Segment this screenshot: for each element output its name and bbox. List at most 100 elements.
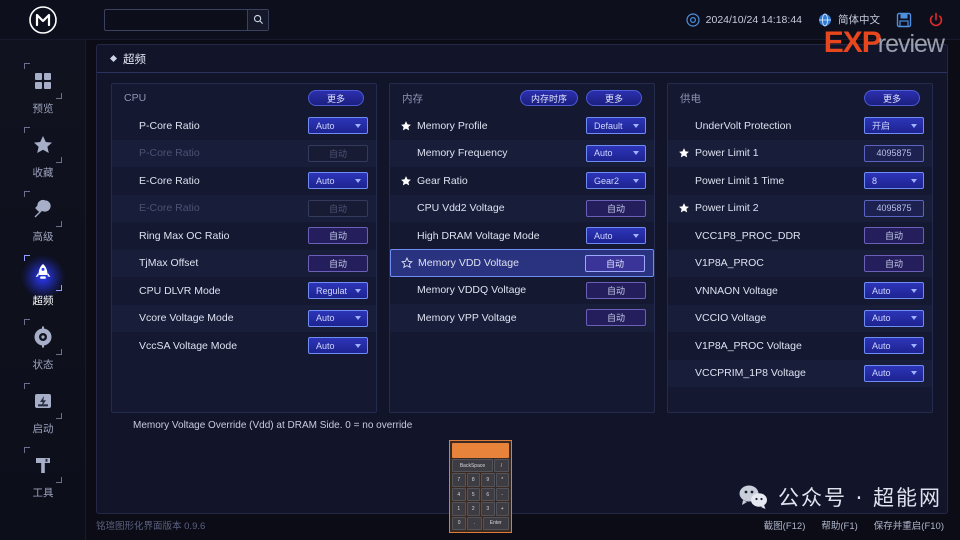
setting-row[interactable]: VCCIO Voltage Auto bbox=[668, 304, 932, 332]
setting-row[interactable]: Memory VDD Voltage 自动 bbox=[390, 249, 654, 277]
setting-row[interactable]: E-Core Ratio 自动 bbox=[112, 194, 376, 222]
setting-dropdown[interactable]: Auto bbox=[864, 364, 924, 382]
keypad-key[interactable]: 6 bbox=[481, 487, 495, 502]
language-selector[interactable]: 简体中文 bbox=[818, 12, 880, 27]
tab-overclock[interactable]: 超频 bbox=[109, 51, 146, 67]
setting-control[interactable]: 开启 bbox=[864, 117, 924, 135]
setting-row[interactable]: P-Core Ratio Auto bbox=[112, 112, 376, 140]
setting-value-field[interactable]: 自动 bbox=[864, 227, 924, 245]
setting-dropdown[interactable]: Auto bbox=[864, 337, 924, 355]
setting-control[interactable]: 自动 bbox=[308, 144, 368, 162]
setting-control[interactable]: 8 bbox=[864, 172, 924, 190]
setting-control[interactable]: 自动 bbox=[864, 254, 924, 272]
setting-control[interactable]: 自动 bbox=[586, 199, 646, 217]
setting-control[interactable]: Auto bbox=[586, 227, 646, 245]
setting-value-field[interactable]: 自动 bbox=[308, 254, 368, 272]
star-icon[interactable] bbox=[400, 175, 413, 187]
sidebar-item-favorites[interactable]: 收藏 bbox=[0, 122, 86, 186]
keypad-key[interactable]: 0 bbox=[452, 516, 467, 531]
setting-dropdown[interactable]: Auto bbox=[864, 282, 924, 300]
setting-control[interactable]: 自动 bbox=[586, 281, 646, 299]
keypad-key[interactable]: 9 bbox=[481, 473, 495, 487]
keypad-key[interactable]: 8 bbox=[466, 473, 480, 487]
memory-more-button[interactable]: 更多 bbox=[586, 90, 642, 106]
keypad-key[interactable]: . bbox=[467, 516, 482, 531]
search-button[interactable] bbox=[247, 9, 268, 30]
keypad-key[interactable]: - bbox=[495, 487, 509, 502]
star-icon[interactable] bbox=[678, 202, 691, 214]
setting-row[interactable]: Memory VPP Voltage 自动 bbox=[390, 304, 654, 332]
setting-row[interactable]: Power Limit 2 4095875 bbox=[668, 194, 932, 222]
setting-control[interactable]: 自动 bbox=[308, 199, 368, 217]
setting-row[interactable]: Memory Frequency Auto bbox=[390, 139, 654, 167]
setting-dropdown[interactable]: Auto bbox=[308, 309, 368, 327]
setting-control[interactable]: 自动 bbox=[864, 227, 924, 245]
setting-row[interactable]: Memory VDDQ Voltage 自动 bbox=[390, 277, 654, 305]
setting-row[interactable]: Gear Ratio Gear2 bbox=[390, 167, 654, 195]
sidebar-item-preview[interactable]: 预览 bbox=[0, 58, 86, 122]
setting-dropdown[interactable]: Auto bbox=[308, 337, 368, 355]
setting-value-field[interactable]: 自动 bbox=[308, 227, 368, 245]
cpu-more-button[interactable]: 更多 bbox=[308, 90, 364, 106]
setting-row[interactable]: VCCPRIM_1P8 Voltage Auto bbox=[668, 359, 932, 387]
setting-control[interactable]: Auto bbox=[308, 172, 368, 190]
setting-row[interactable]: TjMax Offset 自动 bbox=[112, 249, 376, 277]
setting-value-field[interactable]: 4095875 bbox=[864, 144, 924, 162]
sidebar-item-tools[interactable]: 工具 bbox=[0, 442, 86, 506]
save-reboot-key[interactable]: 保存并重启(F10) bbox=[874, 518, 944, 532]
sidebar-item-overclock[interactable]: 超频 bbox=[0, 250, 86, 314]
setting-dropdown[interactable]: Regulat bbox=[308, 282, 368, 300]
setting-row[interactable]: E-Core Ratio Auto bbox=[112, 167, 376, 195]
keypad-key[interactable]: 5 bbox=[466, 487, 480, 502]
setting-control[interactable]: Regulat bbox=[308, 282, 368, 300]
setting-dropdown[interactable]: 8 bbox=[864, 172, 924, 190]
setting-value-field[interactable]: 自动 bbox=[586, 309, 646, 327]
setting-value-field[interactable]: 自动 bbox=[864, 254, 924, 272]
setting-row[interactable]: VCC1P8_PROC_DDR 自动 bbox=[668, 222, 932, 250]
setting-row[interactable]: Power Limit 1 Time 8 bbox=[668, 167, 932, 195]
search-input[interactable] bbox=[105, 9, 247, 30]
search-box[interactable] bbox=[104, 8, 269, 31]
setting-control[interactable]: Auto bbox=[308, 117, 368, 135]
setting-row[interactable]: Ring Max OC Ratio 自动 bbox=[112, 222, 376, 250]
keypad-key[interactable]: / bbox=[494, 459, 509, 473]
setting-row[interactable]: VNNAON Voltage Auto bbox=[668, 277, 932, 305]
setting-value-field[interactable]: 自动 bbox=[586, 199, 646, 217]
power-more-button[interactable]: 更多 bbox=[864, 90, 920, 106]
help-key[interactable]: 帮助(F1) bbox=[821, 518, 857, 532]
keypad-key[interactable]: 4 bbox=[452, 487, 466, 502]
screenshot-key[interactable]: 截图(F12) bbox=[764, 518, 806, 532]
setting-control[interactable]: Gear2 bbox=[586, 172, 646, 190]
power-button[interactable] bbox=[928, 12, 944, 28]
setting-dropdown[interactable]: Auto bbox=[308, 172, 368, 190]
setting-dropdown[interactable]: Auto bbox=[586, 144, 646, 162]
setting-row[interactable]: V1P8A_PROC Voltage Auto bbox=[668, 332, 932, 360]
setting-row[interactable]: CPU Vdd2 Voltage 自动 bbox=[390, 194, 654, 222]
setting-row[interactable]: Vcore Voltage Mode Auto bbox=[112, 304, 376, 332]
setting-control[interactable]: Auto bbox=[308, 309, 368, 327]
keypad-key[interactable]: * bbox=[495, 473, 509, 487]
keypad-key[interactable]: + bbox=[495, 502, 509, 516]
setting-dropdown[interactable]: Auto bbox=[864, 309, 924, 327]
keypad-key[interactable]: 3 bbox=[481, 502, 495, 516]
star-icon[interactable] bbox=[400, 120, 413, 132]
sidebar-item-status[interactable]: 状态 bbox=[0, 314, 86, 378]
keypad-key[interactable]: BackSpace bbox=[452, 459, 493, 473]
star-icon[interactable] bbox=[678, 147, 691, 159]
setting-value-field[interactable]: 4095875 bbox=[864, 199, 924, 217]
setting-control[interactable]: Auto bbox=[864, 337, 924, 355]
setting-control[interactable]: 4095875 bbox=[864, 144, 924, 162]
sidebar-item-boot[interactable]: 启动 bbox=[0, 378, 86, 442]
setting-row[interactable]: V1P8A_PROC 自动 bbox=[668, 249, 932, 277]
setting-dropdown[interactable]: Gear2 bbox=[586, 172, 646, 190]
setting-value-field[interactable]: 自动 bbox=[585, 254, 645, 272]
setting-control[interactable]: 自动 bbox=[586, 309, 646, 327]
keypad-key[interactable]: Enter bbox=[482, 516, 509, 531]
setting-control[interactable]: 自动 bbox=[308, 254, 368, 272]
setting-control[interactable]: 4095875 bbox=[864, 199, 924, 217]
setting-value-field[interactable]: 自动 bbox=[586, 281, 646, 299]
setting-dropdown[interactable]: Auto bbox=[308, 117, 368, 135]
setting-control[interactable]: 自动 bbox=[585, 254, 645, 272]
setting-control[interactable]: Default bbox=[586, 117, 646, 135]
setting-row[interactable]: High DRAM Voltage Mode Auto bbox=[390, 222, 654, 250]
